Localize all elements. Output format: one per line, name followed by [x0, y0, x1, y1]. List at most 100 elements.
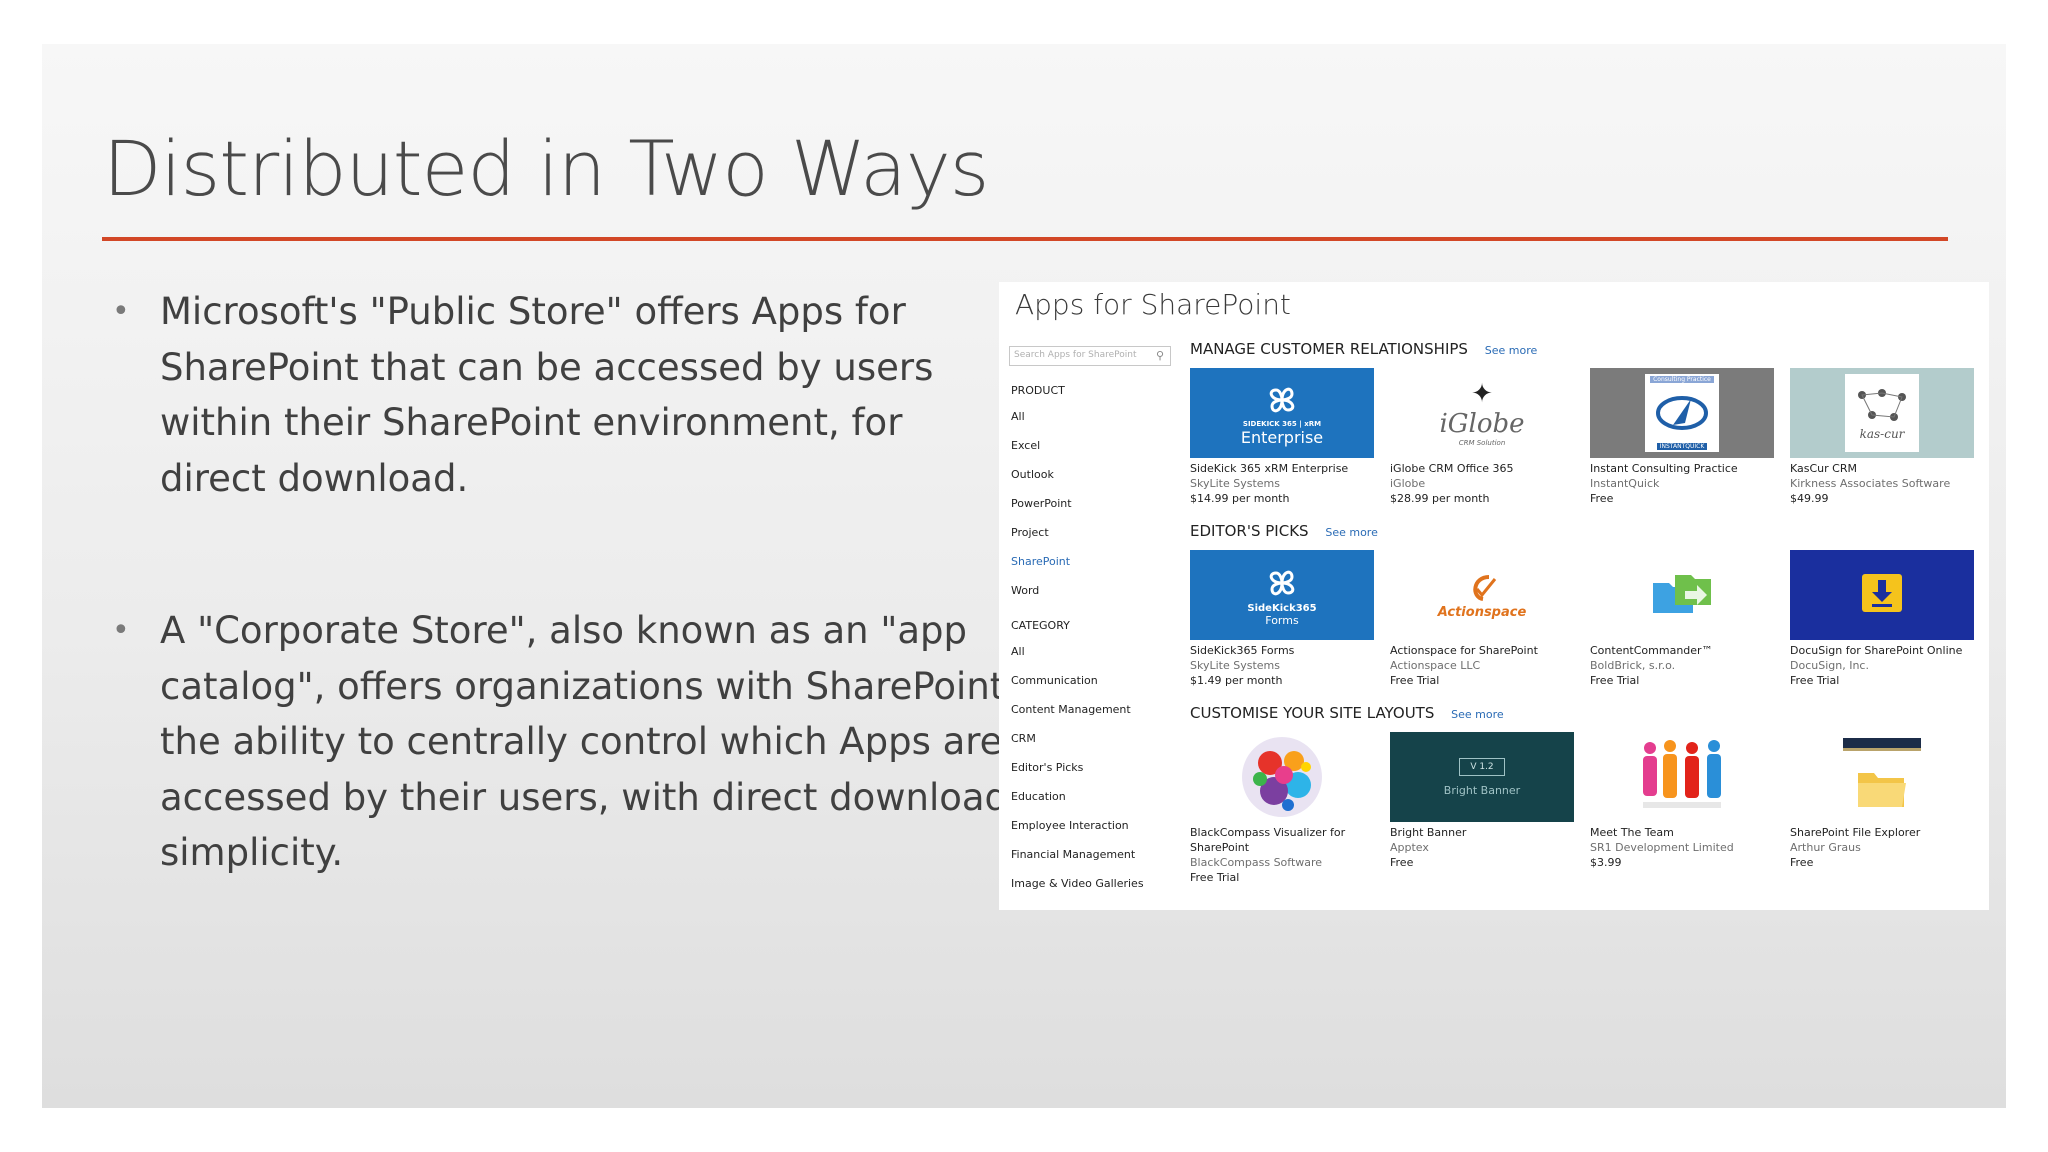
- app-tile-sidekick-xrm[interactable]: SIDEKICK 365 | xRM Enterprise: [1190, 368, 1374, 458]
- bullet-public-store: • Microsoft's "Public Store" offers Apps…: [112, 284, 1012, 506]
- people-network-icon: [1858, 389, 1906, 421]
- app-name[interactable]: iGlobe CRM Office 365: [1390, 461, 1590, 476]
- tile-text: Actionspace: [1437, 604, 1527, 620]
- app-card[interactable]: DocuSign for SharePoint Online DocuSign,…: [1790, 550, 1989, 688]
- app-tile-contentcommander[interactable]: [1590, 550, 1774, 640]
- app-name[interactable]: ContentCommander™: [1590, 643, 1790, 658]
- app-price: $49.99: [1790, 492, 1829, 505]
- app-price: $14.99 per month: [1190, 492, 1290, 505]
- see-more-link[interactable]: See more: [1451, 708, 1504, 721]
- app-card[interactable]: BlackCompass Visualizer for SharePoint B…: [1190, 732, 1390, 885]
- tile-text: INSTANTQUICK: [1656, 443, 1708, 450]
- category-item-image-video-galleries[interactable]: Image & Video Galleries: [1011, 869, 1181, 898]
- see-more-link[interactable]: See more: [1485, 344, 1538, 357]
- app-card[interactable]: ✦ iGlobe CRM Solution iGlobe CRM Office …: [1390, 368, 1590, 506]
- category-item-crm[interactable]: CRM: [1011, 724, 1181, 753]
- category-item-editors-picks[interactable]: Editor's Picks: [1011, 753, 1181, 782]
- quick-logo-icon: [1656, 396, 1708, 430]
- app-card[interactable]: V 1.2 Bright Banner Bright Banner Apptex…: [1390, 732, 1590, 885]
- search-icon[interactable]: ⚲: [1156, 349, 1164, 362]
- team-people-icon: [1643, 740, 1721, 808]
- download-icon: [1862, 574, 1902, 612]
- section-heading: EDITOR'S PICKS See more: [1190, 522, 1980, 550]
- app-tile-actionspace[interactable]: Actionspace: [1390, 550, 1574, 640]
- app-tile-meet-the-team[interactable]: [1590, 732, 1774, 822]
- tile-top-bar: [1843, 738, 1921, 751]
- app-card[interactable]: kas-cur KasCur CRM Kirkness Associates S…: [1790, 368, 1989, 506]
- app-price: $1.49 per month: [1190, 674, 1283, 687]
- app-price: Free Trial: [1790, 674, 1840, 687]
- tile-small-text: Consulting Practice: [1650, 376, 1714, 383]
- sidebar-item-powerpoint[interactable]: PowerPoint: [1011, 489, 1181, 518]
- title-divider: [102, 237, 1948, 241]
- category-item-financial-management[interactable]: Financial Management: [1011, 840, 1181, 869]
- sidebar-item-word[interactable]: Word: [1011, 576, 1181, 605]
- sidebar-item-all[interactable]: All: [1011, 402, 1181, 431]
- app-name[interactable]: SharePoint File Explorer: [1790, 825, 1989, 840]
- app-tile-docusign[interactable]: [1790, 550, 1974, 640]
- tile-text: Forms: [1265, 614, 1299, 627]
- app-card[interactable]: Meet The Team SR1 Development Limited $3…: [1590, 732, 1790, 885]
- category-item-education[interactable]: Education: [1011, 782, 1181, 811]
- sidebar-item-sharepoint[interactable]: SharePoint: [1011, 547, 1181, 576]
- category-item-communication[interactable]: Communication: [1011, 666, 1181, 695]
- app-tile-iglobe[interactable]: ✦ iGlobe CRM Solution: [1390, 368, 1574, 458]
- app-card[interactable]: Consulting Practice INSTANTQUICK Instant…: [1590, 368, 1790, 506]
- store-search-input[interactable]: Search Apps for SharePoint: [1009, 346, 1171, 366]
- app-name[interactable]: BlackCompass Visualizer for: [1190, 825, 1390, 840]
- bullet-list: • Microsoft's "Public Store" offers Apps…: [112, 284, 1012, 881]
- app-publisher: Apptex: [1390, 841, 1429, 854]
- app-tile-sidekick-forms[interactable]: SideKick365 Forms: [1190, 550, 1374, 640]
- section-editors-picks: EDITOR'S PICKS See more SideKick365 Form…: [1190, 522, 1980, 688]
- app-name[interactable]: Bright Banner: [1390, 825, 1590, 840]
- sidebar-item-outlook[interactable]: Outlook: [1011, 460, 1181, 489]
- app-card[interactable]: SharePoint File Explorer Arthur Graus Fr…: [1790, 732, 1989, 885]
- bubbles-icon: [1242, 737, 1322, 817]
- app-name[interactable]: KasCur CRM: [1790, 461, 1989, 476]
- section-heading: MANAGE CUSTOMER RELATIONSHIPS See more: [1190, 340, 1980, 368]
- sidebar-item-excel[interactable]: Excel: [1011, 431, 1181, 460]
- app-publisher: SR1 Development Limited: [1590, 841, 1734, 854]
- app-name[interactable]: Actionspace for SharePoint: [1390, 643, 1590, 658]
- app-publisher: BlackCompass Software: [1190, 856, 1323, 869]
- bullet-text: Microsoft's "Public Store" offers Apps f…: [160, 290, 934, 500]
- app-publisher: Actionspace LLC: [1390, 659, 1481, 672]
- app-price: $28.99 per month: [1390, 492, 1490, 505]
- app-publisher: SkyLite Systems: [1190, 477, 1280, 490]
- app-card[interactable]: SIDEKICK 365 | xRM Enterprise SideKick 3…: [1190, 368, 1390, 506]
- category-item-employee-interaction[interactable]: Employee Interaction: [1011, 811, 1181, 840]
- app-name[interactable]: SideKick 365 xRM Enterprise: [1190, 461, 1390, 476]
- tile-small-text: SideKick365: [1247, 603, 1317, 614]
- app-publisher: InstantQuick: [1590, 477, 1660, 490]
- see-more-link[interactable]: See more: [1325, 526, 1378, 539]
- app-publisher: Kirkness Associates Software: [1790, 477, 1951, 490]
- slide: Distributed in Two Ways • Microsoft's "P…: [42, 44, 2006, 1108]
- app-card[interactable]: Actionspace Actionspace for SharePoint A…: [1390, 550, 1590, 688]
- app-price: Free Trial: [1390, 674, 1440, 687]
- app-tile-instant-consulting[interactable]: Consulting Practice INSTANTQUICK: [1590, 368, 1774, 458]
- app-price: Free Trial: [1590, 674, 1640, 687]
- swoosh-icon: [1473, 574, 1497, 601]
- app-tile-kascur[interactable]: kas-cur: [1790, 368, 1974, 458]
- app-publisher: DocuSign, Inc.: [1790, 659, 1869, 672]
- app-publisher: SkyLite Systems: [1190, 659, 1280, 672]
- app-name-line2[interactable]: SharePoint: [1190, 840, 1390, 855]
- app-name[interactable]: DocuSign for SharePoint Online: [1790, 643, 1989, 658]
- bullet-text: A "Corporate Store", also known as an "a…: [160, 609, 1009, 874]
- product-heading: PRODUCT: [1011, 384, 1065, 397]
- app-name[interactable]: Meet The Team: [1590, 825, 1790, 840]
- pinwheel-icon: [1269, 570, 1295, 596]
- app-name[interactable]: SideKick365 Forms: [1190, 643, 1390, 658]
- sidebar-item-project[interactable]: Project: [1011, 518, 1181, 547]
- app-tile-blackcompass[interactable]: [1190, 732, 1374, 822]
- category-item-content-management[interactable]: Content Management: [1011, 695, 1181, 724]
- app-tile-bright-banner[interactable]: V 1.2 Bright Banner: [1390, 732, 1574, 822]
- pinwheel-icon: [1269, 387, 1295, 412]
- app-tile-file-explorer[interactable]: [1790, 732, 1974, 822]
- app-card[interactable]: SideKick365 Forms SideKick365 Forms SkyL…: [1190, 550, 1390, 688]
- category-item-all[interactable]: All: [1011, 637, 1181, 666]
- tile-text: Bright Banner: [1443, 783, 1521, 797]
- app-card[interactable]: ContentCommander™ BoldBrick, s.r.o. Free…: [1590, 550, 1790, 688]
- app-name[interactable]: Instant Consulting Practice: [1590, 461, 1790, 476]
- app-publisher: Arthur Graus: [1790, 841, 1861, 854]
